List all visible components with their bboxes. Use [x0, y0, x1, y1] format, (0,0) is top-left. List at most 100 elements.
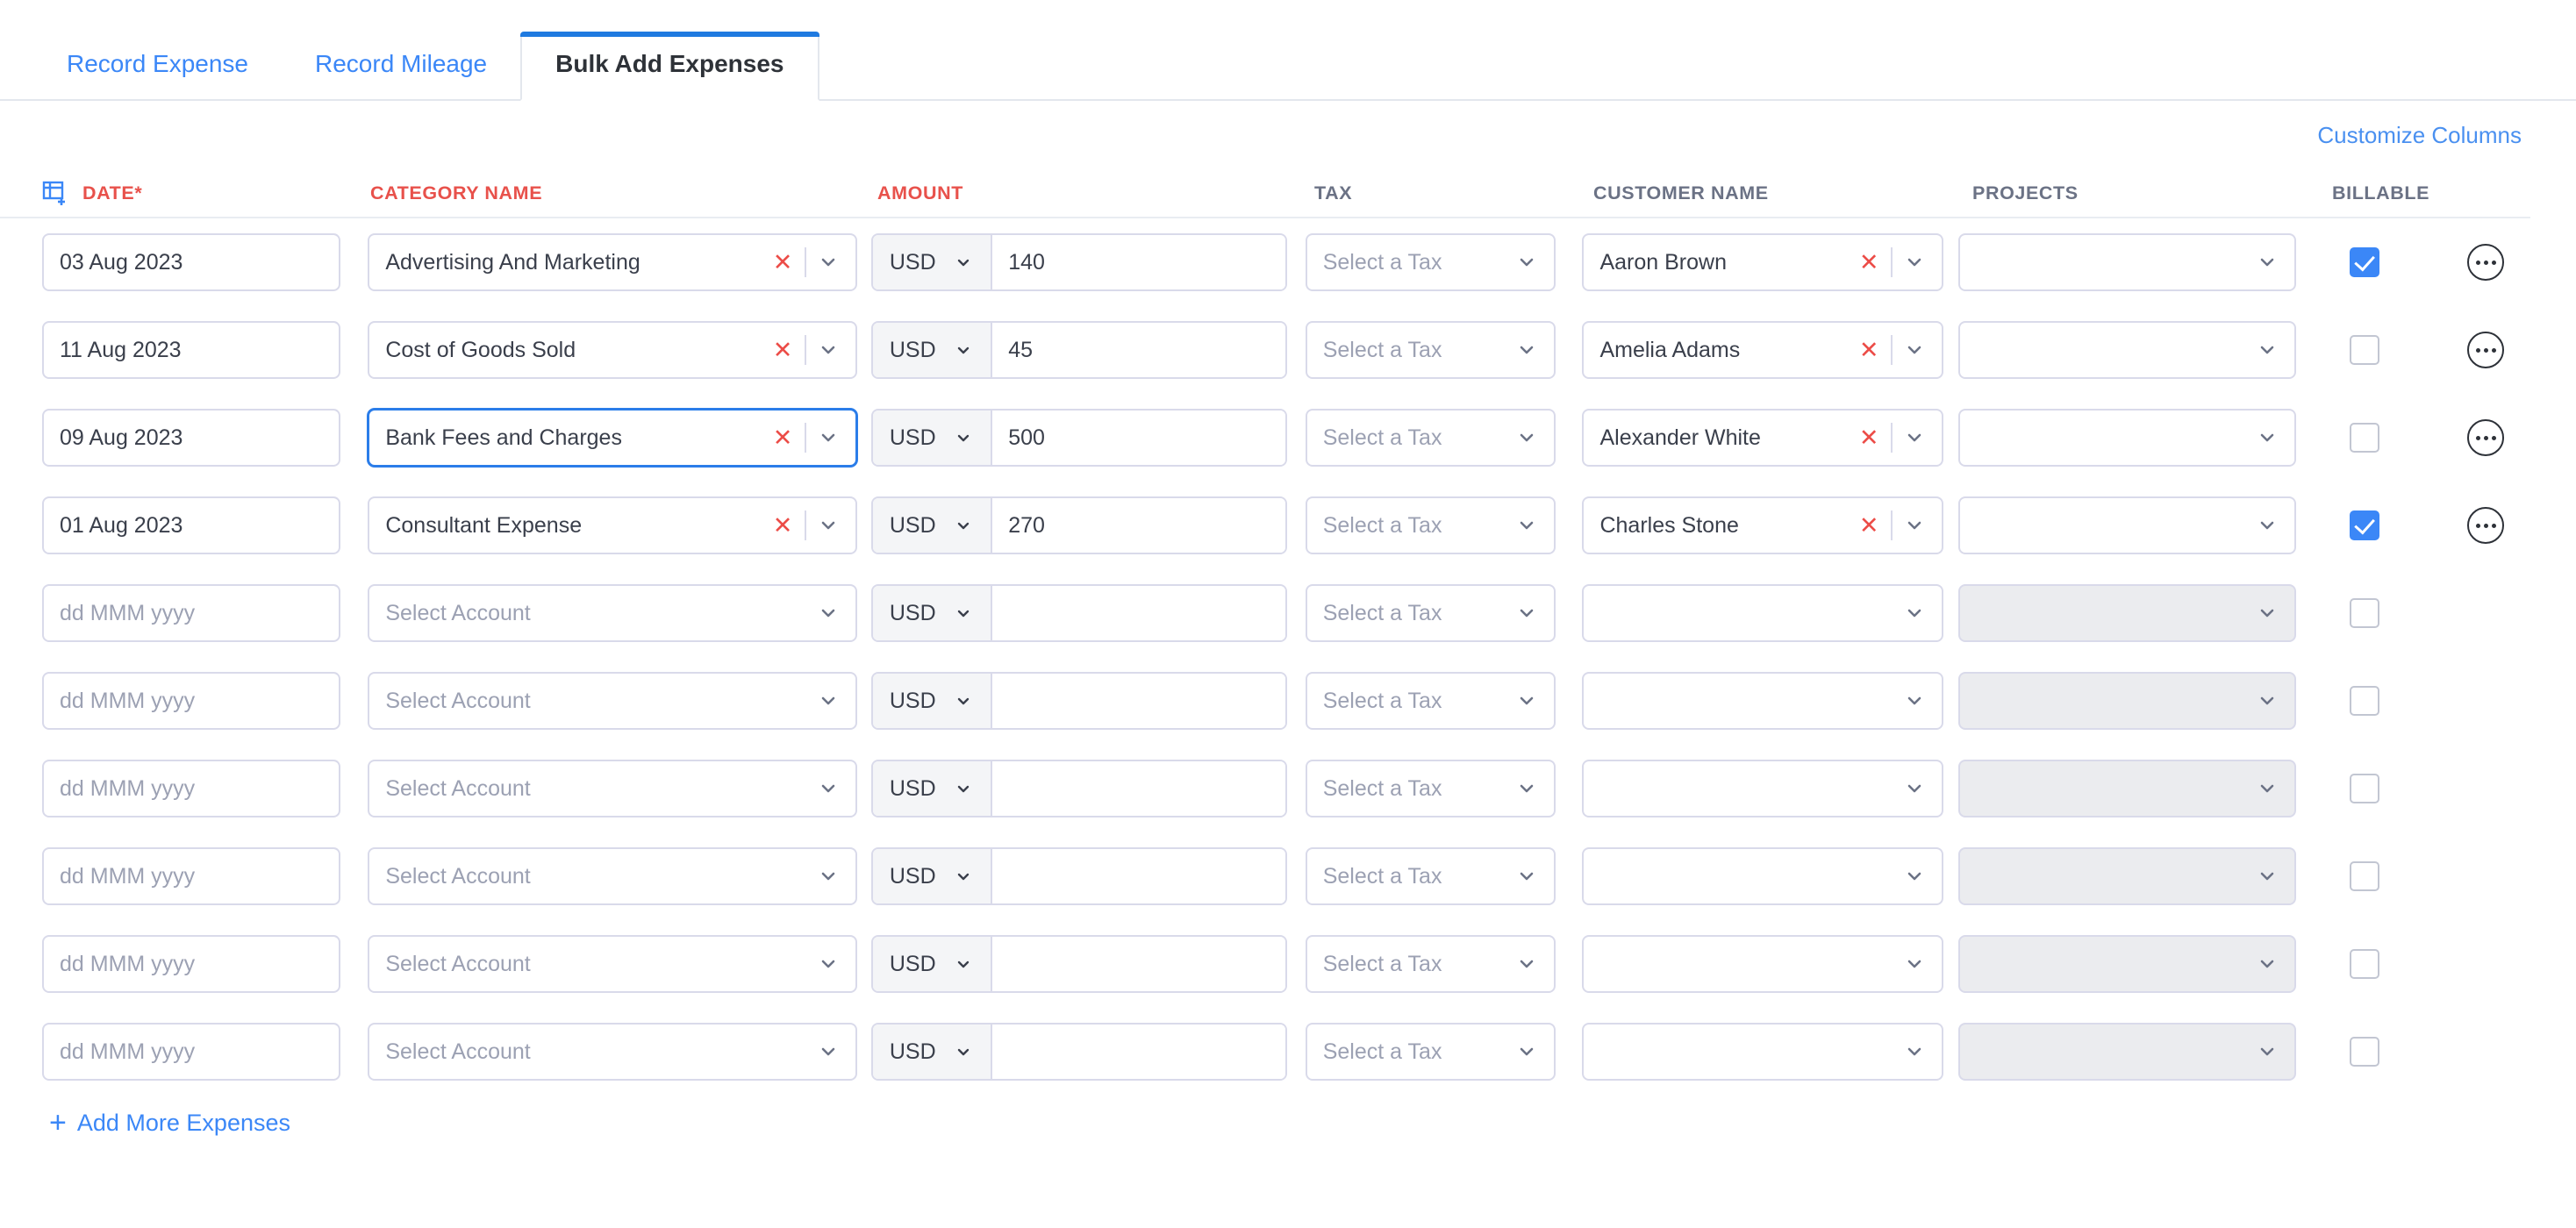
category-select[interactable]: Select Account: [368, 1023, 857, 1081]
chevron-down-icon[interactable]: [817, 1040, 840, 1063]
table-add-icon[interactable]: [42, 180, 68, 206]
currency-select[interactable]: USD: [873, 498, 992, 553]
tax-select[interactable]: Select a Tax: [1306, 760, 1556, 817]
clear-category-icon[interactable]: ✕: [761, 514, 805, 538]
chevron-down-icon[interactable]: [952, 1040, 975, 1063]
chevron-down-icon[interactable]: [952, 953, 975, 975]
currency-select[interactable]: USD: [873, 937, 992, 991]
billable-checkbox[interactable]: [2350, 510, 2379, 540]
tab-record-mileage[interactable]: Record Mileage: [282, 52, 520, 99]
currency-select[interactable]: USD: [873, 586, 992, 640]
date-input[interactable]: dd MMM yyyy: [42, 760, 340, 817]
billable-checkbox[interactable]: [2350, 686, 2379, 716]
chevron-down-icon[interactable]: [952, 689, 975, 712]
chevron-down-icon[interactable]: [817, 602, 840, 625]
customer-select[interactable]: [1582, 1023, 1943, 1081]
amount-input[interactable]: [992, 849, 1285, 903]
chevron-down-icon[interactable]: [952, 865, 975, 888]
chevron-down-icon[interactable]: [1903, 426, 1926, 449]
billable-checkbox[interactable]: [2350, 1037, 2379, 1067]
chevron-down-icon[interactable]: [952, 602, 975, 625]
category-select[interactable]: Advertising And Marketing✕: [368, 233, 857, 291]
chevron-down-icon[interactable]: [2256, 339, 2279, 361]
row-more-options-button[interactable]: [2467, 507, 2504, 544]
add-more-expenses-button[interactable]: + Add More Expenses: [0, 1108, 290, 1138]
chevron-down-icon[interactable]: [1903, 1040, 1926, 1063]
customer-select[interactable]: Alexander White✕: [1582, 409, 1943, 467]
amount-input[interactable]: 500: [992, 411, 1285, 465]
customer-select[interactable]: [1582, 935, 1943, 993]
currency-select[interactable]: USD: [873, 761, 992, 816]
chevron-down-icon[interactable]: [952, 339, 975, 361]
clear-customer-icon[interactable]: ✕: [1847, 251, 1892, 275]
chevron-down-icon[interactable]: [817, 339, 840, 361]
billable-checkbox[interactable]: [2350, 423, 2379, 453]
amount-input[interactable]: [992, 1025, 1285, 1079]
billable-checkbox[interactable]: [2350, 598, 2379, 628]
clear-customer-icon[interactable]: ✕: [1847, 339, 1892, 362]
category-select[interactable]: Select Account: [368, 584, 857, 642]
row-more-options-button[interactable]: [2467, 244, 2504, 281]
date-input[interactable]: dd MMM yyyy: [42, 1023, 340, 1081]
billable-checkbox[interactable]: [2350, 949, 2379, 979]
chevron-down-icon[interactable]: [1903, 251, 1926, 274]
chevron-down-icon[interactable]: [1903, 339, 1926, 361]
category-select[interactable]: Consultant Expense✕: [368, 496, 857, 554]
chevron-down-icon[interactable]: [952, 777, 975, 800]
chevron-down-icon[interactable]: [1903, 953, 1926, 975]
chevron-down-icon[interactable]: [817, 689, 840, 712]
tax-select[interactable]: Select a Tax: [1306, 233, 1556, 291]
chevron-down-icon[interactable]: [1903, 514, 1926, 537]
currency-select[interactable]: USD: [873, 1025, 992, 1079]
date-input[interactable]: 11 Aug 2023: [42, 321, 340, 379]
row-more-options-button[interactable]: [2467, 332, 2504, 368]
chevron-down-icon[interactable]: [1515, 689, 1538, 712]
date-input[interactable]: dd MMM yyyy: [42, 672, 340, 730]
tax-select[interactable]: Select a Tax: [1306, 584, 1556, 642]
customer-select[interactable]: [1582, 584, 1943, 642]
currency-select[interactable]: USD: [873, 849, 992, 903]
tax-select[interactable]: Select a Tax: [1306, 321, 1556, 379]
tax-select[interactable]: Select a Tax: [1306, 935, 1556, 993]
date-input[interactable]: 03 Aug 2023: [42, 233, 340, 291]
clear-customer-icon[interactable]: ✕: [1847, 426, 1892, 450]
category-select[interactable]: Select Account: [368, 760, 857, 817]
chevron-down-icon[interactable]: [2256, 514, 2279, 537]
customer-select[interactable]: Amelia Adams✕: [1582, 321, 1943, 379]
category-select[interactable]: Select Account: [368, 847, 857, 905]
billable-checkbox[interactable]: [2350, 247, 2379, 277]
category-select[interactable]: Select Account: [368, 672, 857, 730]
chevron-down-icon[interactable]: [1515, 865, 1538, 888]
currency-select[interactable]: USD: [873, 411, 992, 465]
customer-select[interactable]: [1582, 672, 1943, 730]
amount-input[interactable]: [992, 674, 1285, 728]
customer-select[interactable]: [1582, 760, 1943, 817]
amount-input[interactable]: [992, 937, 1285, 991]
tab-bulk-add-expenses[interactable]: Bulk Add Expenses: [520, 32, 819, 101]
chevron-down-icon[interactable]: [817, 426, 840, 449]
date-input[interactable]: 01 Aug 2023: [42, 496, 340, 554]
category-select[interactable]: Cost of Goods Sold✕: [368, 321, 857, 379]
amount-input[interactable]: [992, 761, 1285, 816]
chevron-down-icon[interactable]: [1903, 777, 1926, 800]
clear-category-icon[interactable]: ✕: [761, 339, 805, 362]
currency-select[interactable]: USD: [873, 235, 992, 289]
date-input[interactable]: dd MMM yyyy: [42, 584, 340, 642]
projects-select[interactable]: [1958, 409, 2296, 467]
chevron-down-icon[interactable]: [1515, 339, 1538, 361]
billable-checkbox[interactable]: [2350, 335, 2379, 365]
category-select[interactable]: Select Account: [368, 935, 857, 993]
projects-select[interactable]: [1958, 496, 2296, 554]
chevron-down-icon[interactable]: [1903, 602, 1926, 625]
chevron-down-icon[interactable]: [2256, 426, 2279, 449]
tax-select[interactable]: Select a Tax: [1306, 496, 1556, 554]
chevron-down-icon[interactable]: [1515, 777, 1538, 800]
projects-select[interactable]: [1958, 321, 2296, 379]
billable-checkbox[interactable]: [2350, 774, 2379, 803]
chevron-down-icon[interactable]: [1903, 865, 1926, 888]
tab-record-expense[interactable]: Record Expense: [33, 52, 282, 99]
chevron-down-icon[interactable]: [952, 514, 975, 537]
date-input[interactable]: dd MMM yyyy: [42, 935, 340, 993]
chevron-down-icon[interactable]: [1515, 602, 1538, 625]
chevron-down-icon[interactable]: [2256, 251, 2279, 274]
